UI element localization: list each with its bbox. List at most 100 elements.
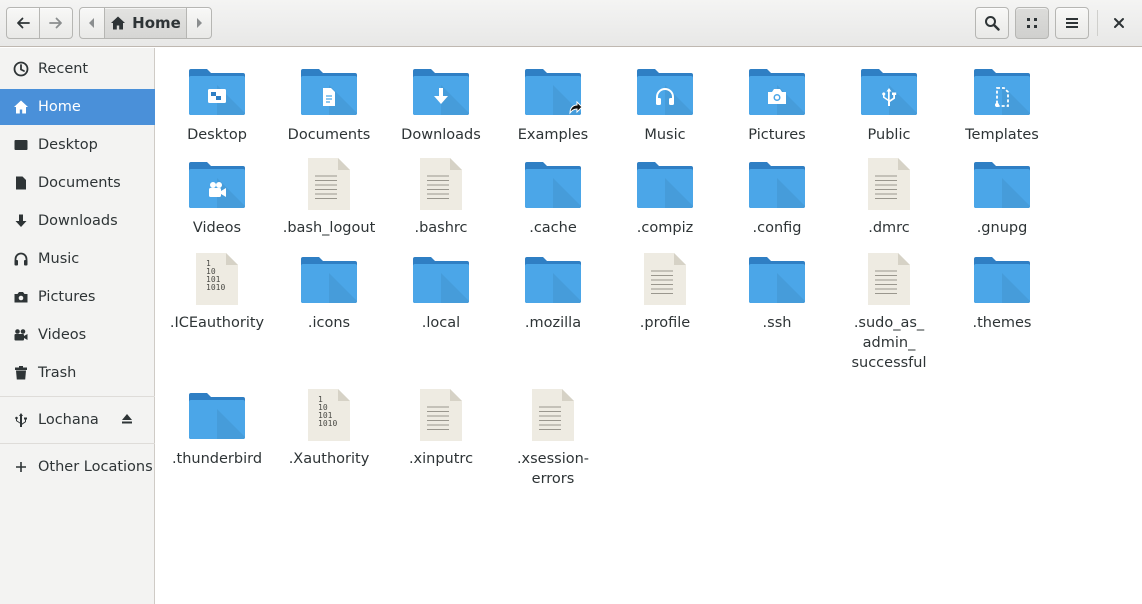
sidebar-item-documents[interactable]: Documents	[0, 165, 155, 201]
sidebar-separator	[0, 396, 155, 397]
file-item-dot-iceauthority[interactable]: 1 10 101 1010 .ICEauthority	[161, 251, 273, 333]
file-name-label: Downloads	[401, 127, 481, 143]
file-item-dot-themes[interactable]: .themes	[946, 251, 1058, 333]
folder-icon	[299, 251, 359, 307]
sidebar-item-recent[interactable]: Recent	[0, 51, 155, 87]
file-name-label: .thunderbird	[171, 451, 263, 467]
file-name-label: Music	[644, 127, 686, 143]
file-item-dot-gnupg[interactable]: .gnupg	[946, 156, 1058, 238]
binary-file-icon: 1 10 101 1010	[187, 251, 247, 307]
file-item-downloads[interactable]: Downloads	[385, 63, 497, 145]
arrow-right-icon	[49, 17, 62, 29]
file-item-dot-compiz[interactable]: .compiz	[609, 156, 721, 238]
sidebar-item-videos[interactable]: Videos	[0, 317, 155, 353]
sidebar-item-label: Music	[38, 251, 80, 267]
file-item-music[interactable]: Music	[609, 63, 721, 145]
close-icon	[1114, 18, 1124, 28]
file-item-dot-mozilla[interactable]: .mozilla	[497, 251, 609, 333]
file-name-label: .ssh	[762, 315, 792, 331]
file-item-dot-icons[interactable]: .icons	[273, 251, 385, 333]
folder-icon	[635, 156, 695, 212]
usb-icon	[13, 412, 29, 428]
sidebar-item-label: Documents	[38, 175, 121, 191]
search-button[interactable]	[975, 7, 1009, 39]
back-button[interactable]	[6, 7, 40, 39]
trash-icon	[13, 365, 29, 381]
header-separator	[1097, 10, 1098, 36]
file-item-examples[interactable]: Examples	[497, 63, 609, 145]
file-item-dot-cache[interactable]: .cache	[497, 156, 609, 238]
file-item-templates[interactable]: Templates	[946, 63, 1058, 145]
video-camera-icon	[13, 327, 29, 343]
places-sidebar: Recent Home Desktop Documents Downloads Music…	[0, 48, 155, 604]
eject-icon[interactable]	[121, 413, 133, 429]
sidebar-item-trash[interactable]: Trash	[0, 355, 155, 391]
folder-icon	[747, 251, 807, 307]
file-item-dot-bash-logout[interactable]: .bash_logout	[273, 156, 385, 238]
text-file-icon	[523, 387, 583, 443]
navigation-buttons	[6, 7, 73, 39]
sidebar-item-desktop[interactable]: Desktop	[0, 127, 155, 163]
file-item-dot-thunderbird[interactable]: .thunderbird	[161, 387, 273, 469]
binary-file-icon: 1 10 101 1010	[299, 387, 359, 443]
file-name-label: Videos	[192, 220, 242, 236]
close-window-button[interactable]	[1105, 9, 1133, 37]
file-item-pictures[interactable]: Pictures	[721, 63, 833, 145]
header-bar: Home	[0, 0, 1142, 47]
home-icon	[13, 99, 29, 115]
file-item-dot-profile[interactable]: .profile	[609, 251, 721, 333]
pictures-folder-icon	[747, 63, 807, 119]
sidebar-item-other-locations[interactable]: Other Locations	[0, 449, 155, 485]
sidebar-item-label: Desktop	[38, 137, 98, 153]
triangle-left-icon	[89, 18, 94, 28]
path-scroll-right-button[interactable]	[186, 7, 212, 39]
sidebar-item-music[interactable]: Music	[0, 241, 155, 277]
sidebar-item-downloads[interactable]: Downloads	[0, 203, 155, 239]
music-folder-icon	[635, 63, 695, 119]
binary-glyph-text: 1010	[318, 419, 337, 428]
sidebar-item-lochana[interactable]: Lochana	[0, 402, 155, 438]
file-name-label: .mozilla	[524, 315, 582, 331]
file-name-label: Examples	[517, 127, 589, 143]
file-name-label: .themes	[972, 315, 1032, 331]
file-name-label: .bash_logout	[282, 220, 376, 236]
file-name-label: .sudo_as_ admin_ successful	[851, 315, 927, 371]
folder-icon	[523, 156, 583, 212]
view-mode-button[interactable]	[1015, 7, 1049, 39]
file-item-dot-config[interactable]: .config	[721, 156, 833, 238]
menu-button[interactable]	[1055, 7, 1089, 39]
folder-icon	[747, 156, 807, 212]
sidebar-item-home[interactable]: Home	[0, 89, 155, 125]
download-folder-icon	[411, 63, 471, 119]
path-home-button[interactable]: Home	[104, 7, 187, 39]
file-item-dot-xinputrc[interactable]: .xinputrc	[385, 387, 497, 469]
forward-button[interactable]	[39, 7, 73, 39]
file-item-desktop[interactable]: Desktop	[161, 63, 273, 145]
triangle-right-icon	[197, 18, 202, 28]
file-item-dot-sudo-as-admin-successful[interactable]: .sudo_as_ admin_ successful	[833, 251, 945, 373]
file-item-dot-xsession-errors[interactable]: .xsession- errors	[497, 387, 609, 489]
folder-icon	[972, 251, 1032, 307]
file-item-videos[interactable]: Videos	[161, 156, 273, 238]
arrow-left-icon	[17, 17, 30, 29]
file-item-dot-bashrc[interactable]: .bashrc	[385, 156, 497, 238]
file-name-label: Templates	[965, 127, 1039, 143]
sidebar-item-label: Other Locations	[38, 459, 153, 475]
text-file-icon	[635, 251, 695, 307]
sidebar-item-pictures[interactable]: Pictures	[0, 279, 155, 315]
file-name-label: .profile	[639, 315, 691, 331]
desktop-folder-icon	[187, 63, 247, 119]
sidebar-item-label: Videos	[38, 327, 87, 343]
file-item-dot-local[interactable]: .local	[385, 251, 497, 333]
file-item-dot-xauthority[interactable]: 1 10 101 1010 .Xauthority	[273, 387, 385, 469]
file-name-label: .icons	[307, 315, 351, 331]
text-file-icon	[859, 156, 919, 212]
file-item-documents[interactable]: Documents	[273, 63, 385, 145]
path-scroll-left-button[interactable]	[79, 7, 105, 39]
file-name-label: .xsession- errors	[516, 451, 590, 487]
file-item-dot-dmrc[interactable]: .dmrc	[833, 156, 945, 238]
clock-icon	[13, 61, 29, 77]
file-item-public[interactable]: Public	[833, 63, 945, 145]
sidebar-item-label: Lochana	[38, 412, 99, 428]
file-item-dot-ssh[interactable]: .ssh	[721, 251, 833, 333]
